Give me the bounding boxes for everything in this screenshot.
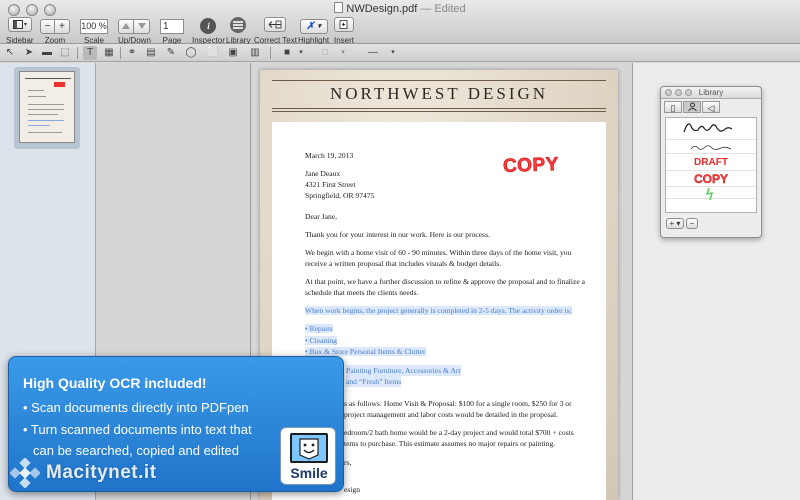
toolbar-page: 1 Page [160,16,184,45]
promo-headline: High Quality OCR included! [23,375,207,391]
smile-face-icon [290,433,328,463]
toolbar-library[interactable]: Library [226,16,250,45]
toolbar-highlight[interactable]: ✗ ▾ Highlight [298,16,329,45]
library-remove-button[interactable]: − [686,218,698,229]
letter-paragraph: At that point, we have a further discuss… [305,277,586,297]
insert-button[interactable] [334,17,354,32]
page-up-button[interactable] [118,18,135,34]
letter-body[interactable]: March 19, 2013 Jane Deaux 4321 First Str… [305,150,595,365]
promo-bullet: • Turn scanned documents into text that [23,422,252,437]
insert-page-icon [339,20,348,29]
link-tool-icon[interactable]: ⚭ [125,46,139,60]
watermark: Macitynet.it [9,455,157,491]
smile-logo: Smile [280,427,336,485]
toolbar-inspector[interactable]: i Inspector [192,16,225,45]
library-title-bar[interactable]: Library [661,87,761,99]
page-number-field[interactable]: 1 [160,19,184,34]
library-tab-files[interactable]: ▯ [664,101,682,113]
library-item-draft-stamp[interactable]: DRAFT [666,155,756,171]
promo-bullet: • Scan documents directly into PDFpen [23,400,249,415]
page-down-button[interactable] [134,18,151,34]
library-footer: + ▾ − [661,215,761,232]
highlight-button[interactable]: ✗ ▾ [299,19,328,34]
triangle-down-icon [137,23,146,29]
document-icon [334,2,344,13]
signature-image-small [690,145,732,150]
page-thumbnail[interactable] [14,67,80,149]
copy-stamp[interactable]: COPY [502,154,559,178]
correct-text-button[interactable] [264,17,287,32]
library-icon[interactable] [230,17,247,33]
triangle-up-icon [122,23,131,29]
library-item-signature-small[interactable] [666,140,756,154]
toolbar-correct-text[interactable]: Correct Text [254,16,297,45]
watermark-logo-icon [9,457,41,489]
library-close-button[interactable] [665,89,672,96]
pen-tool-icon[interactable]: ✎ [164,46,178,60]
library-item-check[interactable] [666,187,756,201]
ocr-highlighted-list[interactable]: • Repairs • Cleaning • Box & Store Perso… [305,323,595,358]
letter-paragraph: Thank you for your interest in our work.… [305,230,490,239]
watermark-text: Macitynet.it [46,462,157,483]
library-tabs: ▯ ◁ [661,99,761,115]
library-item-list: DRAFT COPY [665,117,757,213]
sidebar-icon [12,20,27,29]
zoom-in-button[interactable]: + [55,19,70,34]
person-icon [687,102,697,112]
toolbar-scale: 100 % Scale [80,16,108,45]
library-tab-signatures[interactable] [683,101,701,113]
note-tool-icon[interactable]: ▣ [226,46,240,60]
comment-tool-icon[interactable]: ◯ [184,46,198,60]
zoom-out-button[interactable]: − [40,19,55,34]
fill-color-icon[interactable]: □ [318,46,332,60]
library-panel: Library ▯ ◁ DRAFT COPY + ▾ − [660,86,762,238]
toolbar-sidebar[interactable]: Sidebar [6,16,34,45]
sidebar-toggle-button[interactable] [7,17,32,32]
correct-text-icon [269,20,282,29]
highlight-pen-icon: ✗ [306,21,315,32]
smile-logo-text: Smile [290,465,328,481]
stroke-color-icon[interactable]: ■ [280,46,294,60]
window-titlebar: NWDesign.pdf — Edited Sidebar − + Zoom 1… [0,0,800,45]
crop-tool-icon[interactable]: ⬚ [58,46,72,60]
letter-hidden-lines: Painting Furniture, Accessories & Art an… [346,365,461,387]
toolbar-insert[interactable]: Insert [334,16,354,45]
library-title: Library [698,88,724,97]
chevron-down-icon[interactable]: ▾ [294,46,308,60]
toolbar-updown: Up/Down [118,16,151,45]
ocr-highlighted-text[interactable]: When work begins, the project generally … [305,305,595,316]
signature-image [683,123,733,133]
library-add-button[interactable]: + ▾ [666,218,684,229]
ocr-text-tool-icon[interactable]: T [83,46,97,60]
library-minimize-button[interactable] [675,89,682,96]
arrow-select-tool-icon[interactable]: ➤ [22,46,36,60]
library-item-signature[interactable] [666,118,756,140]
form-tool-icon[interactable]: ▥ [248,46,262,60]
library-item-copy-stamp[interactable]: COPY [666,171,756,187]
letter-pricing: s as follows: Home Visit & Proposal: $10… [344,399,574,494]
block-select-tool-icon[interactable]: ▬ [40,46,54,60]
text-box-tool-icon[interactable]: ▤ [144,46,158,60]
letter-salutation: Dear Jane, [305,212,338,221]
line-style-icon[interactable]: — [362,46,384,60]
chevron-down-icon[interactable]: ▾ [336,46,350,60]
library-item-empty[interactable] [666,199,756,213]
toolbar-zoom: − + Zoom [40,16,70,45]
inspector-icon[interactable]: i [200,18,217,34]
letterhead-title: NORTHWEST DESIGN [329,84,549,103]
scale-field[interactable]: 100 % [80,19,108,34]
library-zoom-button[interactable] [685,89,692,96]
text-select-tool-icon[interactable]: ↖ [3,46,17,60]
library-tab-stamps[interactable]: ◁ [702,101,720,113]
chevron-down-icon[interactable]: ▾ [386,46,400,60]
chevron-down-icon: ▾ [317,23,322,30]
annotation-toolbar: ↖ ➤ ▬ ⬚ T ▦ ⚭ ▤ ✎ ◯ ⬜ ▣ ▥ ■ ▾ □ ▾ — ▾ [0,44,800,62]
shape-tool-icon[interactable]: ⬜ [206,46,220,60]
letter-paragraph: We begin with a home visit of 60 - 90 mi… [305,248,572,268]
image-tool-icon[interactable]: ▦ [102,46,116,60]
window-title: NWDesign.pdf — Edited [0,2,800,15]
